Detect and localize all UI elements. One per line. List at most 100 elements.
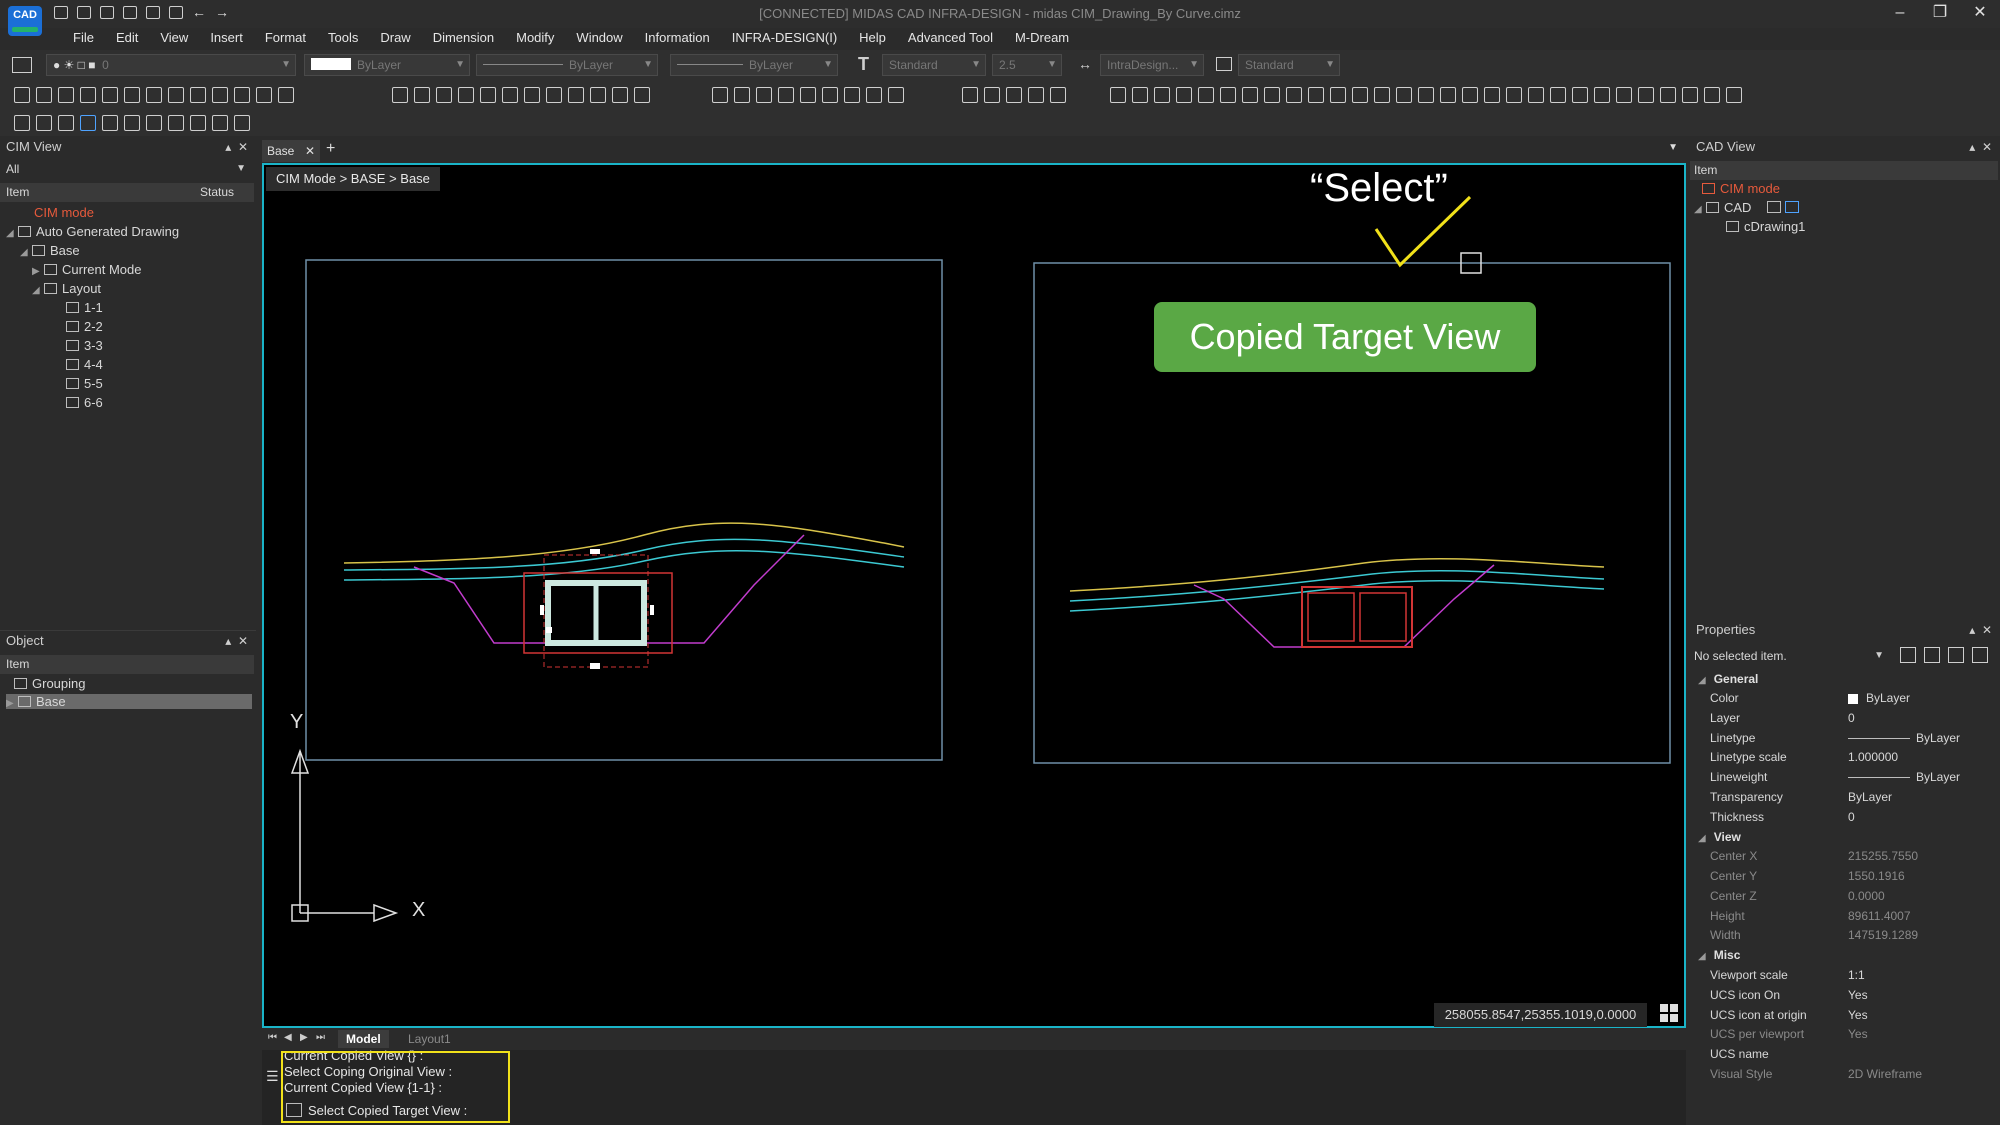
tree-item-cad[interactable]: ◢ CAD bbox=[1694, 200, 1800, 215]
tool-icon[interactable] bbox=[778, 87, 794, 103]
tool-icon[interactable] bbox=[1220, 87, 1236, 103]
tree-item-cdrawing1[interactable]: cDrawing1 bbox=[1726, 219, 1805, 234]
restore-icon[interactable]: ❐ bbox=[1920, 0, 1960, 28]
tool-icon[interactable] bbox=[800, 87, 816, 103]
tool-icon[interactable] bbox=[146, 87, 162, 103]
prop-linetype-scale[interactable]: Linetype scale 1.000000 bbox=[1690, 748, 2000, 767]
tool-icon[interactable] bbox=[1154, 87, 1170, 103]
prop-color[interactable]: Color ByLayer bbox=[1690, 689, 2000, 708]
tree-item-section[interactable]: 4-4 bbox=[66, 357, 103, 372]
tool-icon[interactable] bbox=[568, 87, 584, 103]
section-view[interactable]: ◢ View bbox=[1690, 828, 2000, 847]
menu-advanced-tool[interactable]: Advanced Tool bbox=[897, 28, 1004, 48]
tab-model[interactable]: Model bbox=[338, 1030, 389, 1048]
tool-icon[interactable] bbox=[866, 87, 882, 103]
tool-icon[interactable] bbox=[1198, 87, 1214, 103]
tree-item-section[interactable]: 5-5 bbox=[66, 376, 103, 391]
tool-icon[interactable] bbox=[634, 87, 650, 103]
toggle-pickadd-icon[interactable] bbox=[1924, 647, 1940, 663]
tool-icon[interactable] bbox=[1242, 87, 1258, 103]
tool-icon[interactable] bbox=[962, 87, 978, 103]
tool-icon[interactable] bbox=[888, 87, 904, 103]
tool-icon[interactable] bbox=[1286, 87, 1302, 103]
tool-icon[interactable] bbox=[1050, 87, 1066, 103]
menu-edit[interactable]: Edit bbox=[105, 28, 149, 48]
tree-item-section[interactable]: 2-2 bbox=[66, 319, 103, 334]
close-icon[interactable]: ✕ bbox=[305, 140, 315, 162]
tool-icon[interactable] bbox=[1132, 87, 1148, 103]
tool-icon[interactable] bbox=[1264, 87, 1280, 103]
tool-icon[interactable] bbox=[1704, 87, 1720, 103]
tool-icon[interactable] bbox=[58, 115, 74, 131]
menu-draw[interactable]: Draw bbox=[369, 28, 421, 48]
dim-style-dropdown[interactable]: IntraDesign... ▼ bbox=[1100, 54, 1204, 76]
tool-icon[interactable] bbox=[36, 115, 52, 131]
menu-window[interactable]: Window bbox=[565, 28, 633, 48]
tool-icon[interactable] bbox=[146, 115, 162, 131]
tree-item-current-mode[interactable]: ▶ Current Mode bbox=[32, 262, 141, 277]
tool-icon[interactable] bbox=[14, 87, 30, 103]
prop-ucs-icon-at-origin[interactable]: UCS icon at origin Yes bbox=[1690, 1006, 2000, 1025]
menu-help[interactable]: Help bbox=[848, 28, 897, 48]
tool-icon[interactable] bbox=[1528, 87, 1544, 103]
tool-icon[interactable] bbox=[124, 115, 140, 131]
lineweight-dropdown[interactable]: ByLayer ▼ bbox=[670, 54, 838, 76]
text-style-dropdown[interactable]: Standard ▼ bbox=[882, 54, 986, 76]
quick-select-icon[interactable] bbox=[1900, 647, 1916, 663]
pin-close-icons[interactable]: ▴ ✕ bbox=[225, 137, 248, 157]
tool-icon[interactable] bbox=[1418, 87, 1434, 103]
tool-icon[interactable] bbox=[168, 87, 184, 103]
tool-icon[interactable] bbox=[278, 87, 294, 103]
tool-icon[interactable] bbox=[80, 87, 96, 103]
tool-icon[interactable] bbox=[612, 87, 628, 103]
tool-icon[interactable] bbox=[212, 115, 228, 131]
prop-ucs-name[interactable]: UCS name bbox=[1690, 1045, 2000, 1064]
linetype-dropdown[interactable]: ByLayer ▼ bbox=[476, 54, 658, 76]
menu-infra-design[interactable]: INFRA-DESIGN(I) bbox=[721, 28, 848, 48]
layout-grid-icon[interactable] bbox=[1658, 1002, 1680, 1024]
tool-icon[interactable] bbox=[1352, 87, 1368, 103]
tree-item-layout[interactable]: ◢ Layout bbox=[32, 281, 101, 296]
tool-icon[interactable] bbox=[124, 87, 140, 103]
text-height-dropdown[interactable]: 2.5 ▼ bbox=[992, 54, 1062, 76]
tree-item-section[interactable]: 1-1 bbox=[66, 300, 103, 315]
collapse-icon[interactable]: ◢ bbox=[1694, 204, 1706, 215]
tool-icon[interactable] bbox=[212, 87, 228, 103]
menu-tools[interactable]: Tools bbox=[317, 28, 369, 48]
tab-menu-chevron-icon[interactable]: ▼ bbox=[1668, 142, 1678, 153]
tool-icon[interactable] bbox=[234, 87, 250, 103]
section-general[interactable]: ◢ General bbox=[1690, 670, 2000, 689]
drawing-viewport[interactable]: Y X bbox=[262, 163, 1686, 1028]
selection-dropdown[interactable]: No selected item. ▼ bbox=[1692, 646, 1888, 666]
tool-icon[interactable] bbox=[734, 87, 750, 103]
prop-lineweight[interactable]: Lineweight ByLayer bbox=[1690, 768, 2000, 787]
menu-insert[interactable]: Insert bbox=[199, 28, 254, 48]
minimize-icon[interactable]: – bbox=[1880, 0, 1920, 28]
nav-last-icon[interactable]: ⏭ bbox=[316, 1032, 325, 1043]
tree-item-cim-mode[interactable]: CIM mode bbox=[1702, 181, 1780, 196]
tool-icon[interactable] bbox=[1006, 87, 1022, 103]
menu-modify[interactable]: Modify bbox=[505, 28, 565, 48]
tool-icon[interactable] bbox=[58, 87, 74, 103]
tool-icon[interactable] bbox=[36, 87, 52, 103]
tool-icon[interactable] bbox=[392, 87, 408, 103]
tree-item-base-selected[interactable]: ▶ Base bbox=[6, 694, 252, 709]
tool-icon[interactable] bbox=[756, 87, 772, 103]
tool-icon[interactable] bbox=[1440, 87, 1456, 103]
tool-icon[interactable] bbox=[190, 115, 206, 131]
select-cursor-icon[interactable] bbox=[80, 115, 96, 131]
pin-close-icons[interactable]: ▴ ✕ bbox=[225, 631, 248, 651]
tool-icon[interactable] bbox=[712, 87, 728, 103]
collapse-icon[interactable]: ◢ bbox=[6, 228, 18, 239]
tool-icon[interactable] bbox=[844, 87, 860, 103]
tool-icon[interactable] bbox=[190, 87, 206, 103]
color-dropdown[interactable]: ByLayer ▼ bbox=[304, 54, 470, 76]
tool-icon[interactable] bbox=[546, 87, 562, 103]
menu-view[interactable]: View bbox=[149, 28, 199, 48]
tab-layout1[interactable]: Layout1 bbox=[400, 1030, 459, 1048]
menu-dimension[interactable]: Dimension bbox=[422, 28, 505, 48]
tool-icon[interactable] bbox=[1726, 87, 1742, 103]
section-misc[interactable]: ◢ Misc bbox=[1690, 946, 2000, 965]
view-mode-icon[interactable] bbox=[1767, 201, 1782, 213]
pin-close-icons[interactable]: ▴ ✕ bbox=[1969, 137, 1992, 157]
